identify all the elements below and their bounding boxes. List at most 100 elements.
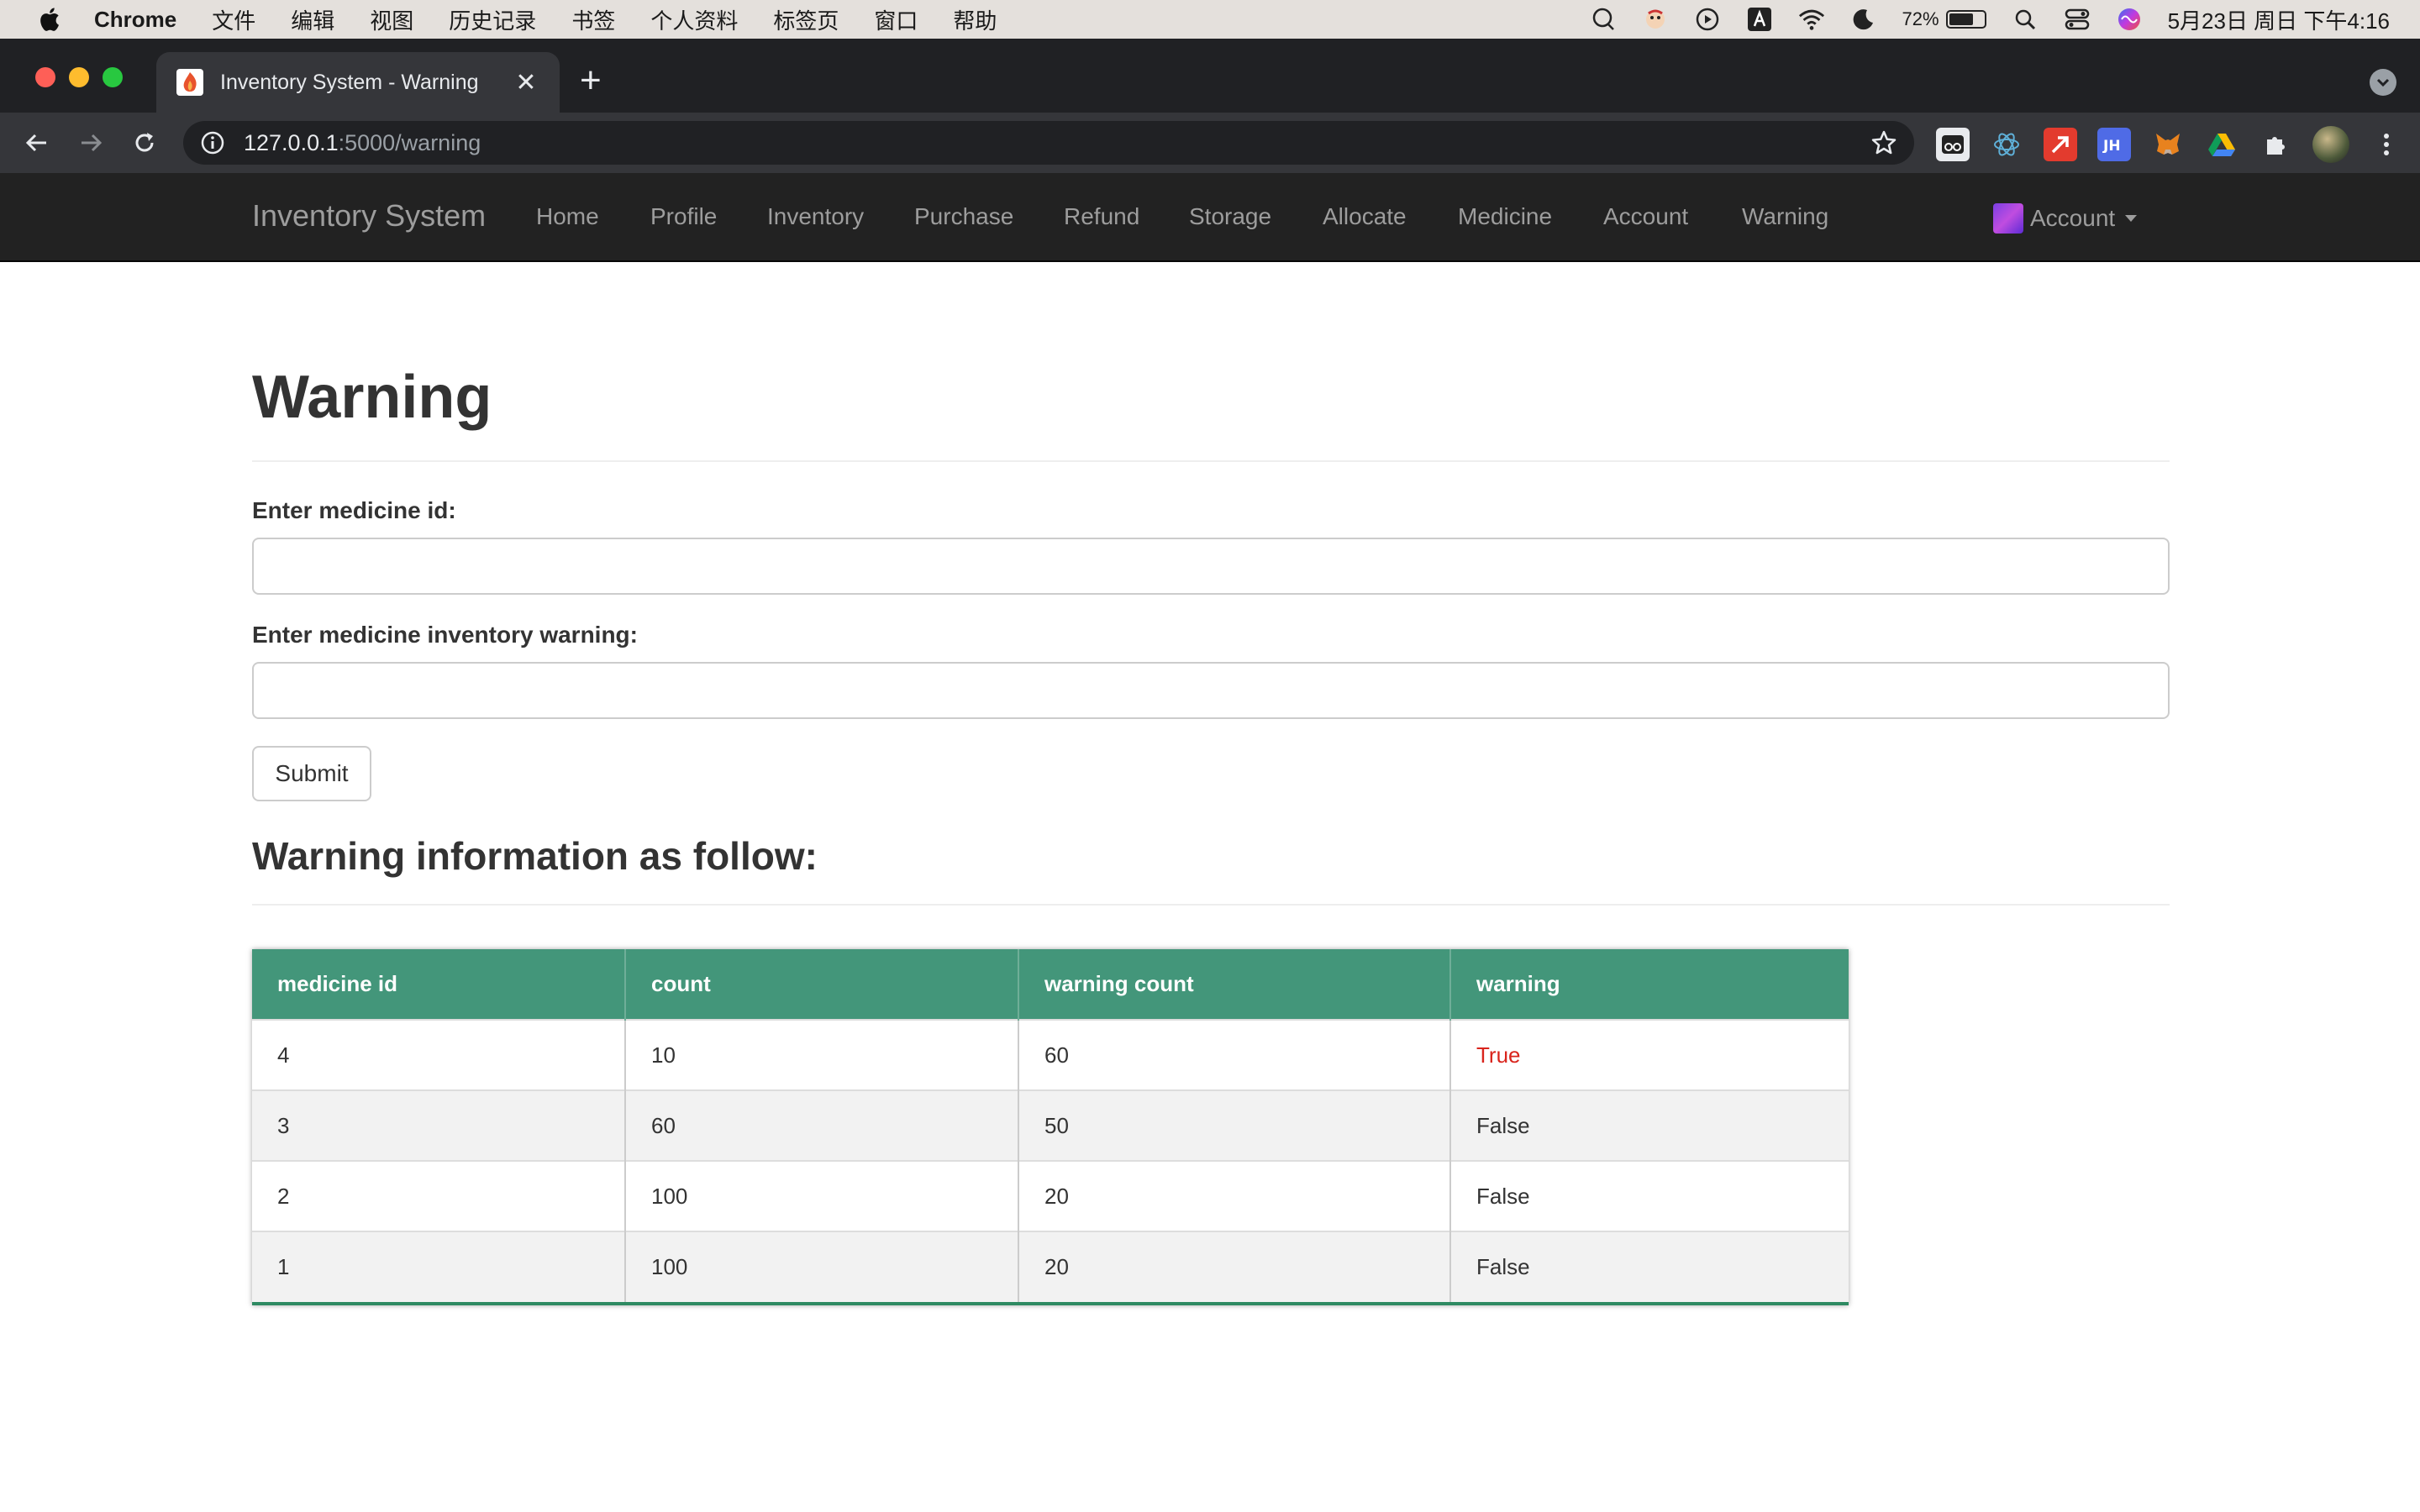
cell-medicine-id: 4 [252,1019,626,1090]
input-method-icon[interactable] [1746,6,1773,33]
avatar-app-icon[interactable] [1642,6,1669,33]
nav-link-inventory[interactable]: Inventory [767,203,864,230]
extension-google-drive-icon[interactable] [2205,128,2238,161]
caret-down-icon [2125,215,2138,222]
account-dropdown[interactable]: Account [1993,203,2138,234]
account-dropdown-label: Account [2030,205,2116,231]
browser-tab-active[interactable]: Inventory System - Warning ✕ [156,52,560,113]
site-info-icon[interactable] [200,130,225,155]
menu-history[interactable]: 历史记录 [449,4,536,35]
qq-icon[interactable] [1590,6,1617,33]
page-title: Warning [252,364,492,431]
menu-help[interactable]: 帮助 [953,4,997,35]
menu-tabs[interactable]: 标签页 [773,4,839,35]
browser-menu-icon[interactable] [2370,128,2403,161]
battery-icon [1945,10,1986,29]
header-warning: warning [1450,949,1849,1020]
table-header-row: medicine id count warning count warning [252,949,1849,1020]
apple-icon[interactable] [37,6,60,33]
account-avatar [1993,203,2023,234]
medicine-id-label: Enter medicine id: [252,497,456,523]
window-zoom-button[interactable] [103,67,123,87]
header-warning-count: warning count [1018,949,1451,1020]
header-count: count [625,949,1019,1020]
tab-close-icon[interactable]: ✕ [513,68,539,97]
cell-count: 10 [625,1019,1019,1090]
menu-file[interactable]: 文件 [212,4,255,35]
section-title: Warning information as follow: [252,834,818,878]
extension-glasses-icon[interactable] [1936,128,1970,161]
cell-count: 100 [625,1160,1019,1231]
submit-button[interactable]: Submit [252,746,371,801]
url-path: :5000/warning [338,129,481,155]
inventory-warning-label: Enter medicine inventory warning: [252,622,638,648]
extensions-puzzle-icon[interactable] [2259,128,2292,161]
nav-link-storage[interactable]: Storage [1189,203,1271,230]
extension-react-icon[interactable] [1990,128,2023,161]
cell-warning: True [1450,1019,1849,1090]
nav-link-profile[interactable]: Profile [650,203,717,230]
warning-table-container: medicine id count warning count warning … [252,949,1849,1305]
new-tab-button[interactable]: + [580,62,602,99]
site-navbar: Inventory System Home Profile Inventory … [0,173,2420,262]
warning-table: medicine id count warning count warning … [252,949,1849,1302]
reload-icon[interactable] [128,126,161,160]
battery-indicator[interactable]: 72% [1902,8,1986,30]
title-divider [252,460,2170,462]
wifi-icon[interactable] [1798,6,1825,33]
tab-search-icon[interactable] [2370,69,2396,96]
nav-link-refund[interactable]: Refund [1064,203,1139,230]
menu-bookmarks[interactable]: 书签 [571,4,615,35]
extension-arrow-icon[interactable] [2044,128,2077,161]
menubar-clock[interactable]: 5月23日 周日 下午4:16 [2168,4,2390,35]
cell-medicine-id: 2 [252,1160,626,1231]
play-circle-icon[interactable] [1694,6,1721,33]
cell-warning: False [1450,1089,1849,1161]
active-app-name[interactable]: Chrome [94,7,176,33]
menu-profiles[interactable]: 个人资料 [650,4,738,35]
svg-text:JH: JH [2102,138,2121,153]
profile-avatar[interactable] [2312,126,2349,163]
bookmark-star-icon[interactable] [1870,129,1897,156]
nav-link-account[interactable]: Account [1603,203,1688,230]
cell-warning: False [1450,1231,1849,1302]
cell-medicine-id: 1 [252,1231,626,1302]
cell-count: 100 [625,1231,1019,1302]
window-close-button[interactable] [35,67,55,87]
spotlight-search-icon[interactable] [2012,6,2039,33]
table-row: 1 100 20 False [252,1231,1849,1302]
navbar-brand[interactable]: Inventory System [252,198,486,234]
extension-metamask-icon[interactable] [2151,128,2185,161]
table-row: 2 100 20 False [252,1160,1849,1231]
forward-arrow-icon[interactable] [74,126,108,160]
nav-link-medicine[interactable]: Medicine [1458,203,1552,230]
nav-link-warning[interactable]: Warning [1742,203,1828,230]
inventory-warning-input[interactable] [252,662,2170,719]
menu-window[interactable]: 窗口 [874,4,918,35]
nav-link-home[interactable]: Home [536,203,599,230]
back-arrow-icon[interactable] [20,126,54,160]
url-host: 127.0.0.1 [244,129,339,155]
siri-icon[interactable] [2116,6,2143,33]
header-medicine-id: medicine id [252,949,626,1020]
menu-edit[interactable]: 编辑 [291,4,334,35]
menu-view[interactable]: 视图 [370,4,413,35]
tab-title: Inventory System - Warning [220,70,479,94]
nav-link-purchase[interactable]: Purchase [914,203,1013,230]
cell-warning: False [1450,1160,1849,1231]
nav-link-allocate[interactable]: Allocate [1323,203,1407,230]
cell-warning-count: 20 [1018,1160,1451,1231]
cell-count: 60 [625,1089,1019,1161]
window-minimize-button[interactable] [69,67,89,87]
medicine-id-input[interactable] [252,538,2170,595]
do-not-disturb-icon[interactable] [1850,6,1877,33]
battery-percent: 72% [1902,8,1939,29]
extension-jh-icon[interactable]: JH [2097,128,2131,161]
cell-warning-count: 20 [1018,1231,1451,1302]
address-bar[interactable]: 127.0.0.1:5000/warning [183,121,1914,165]
cell-warning-count: 60 [1018,1019,1451,1090]
table-row: 4 10 60 True [252,1019,1849,1090]
control-center-icon[interactable] [2064,6,2091,33]
browser-toolbar: 127.0.0.1:5000/warning JH [0,113,2420,173]
cell-medicine-id: 3 [252,1089,626,1161]
